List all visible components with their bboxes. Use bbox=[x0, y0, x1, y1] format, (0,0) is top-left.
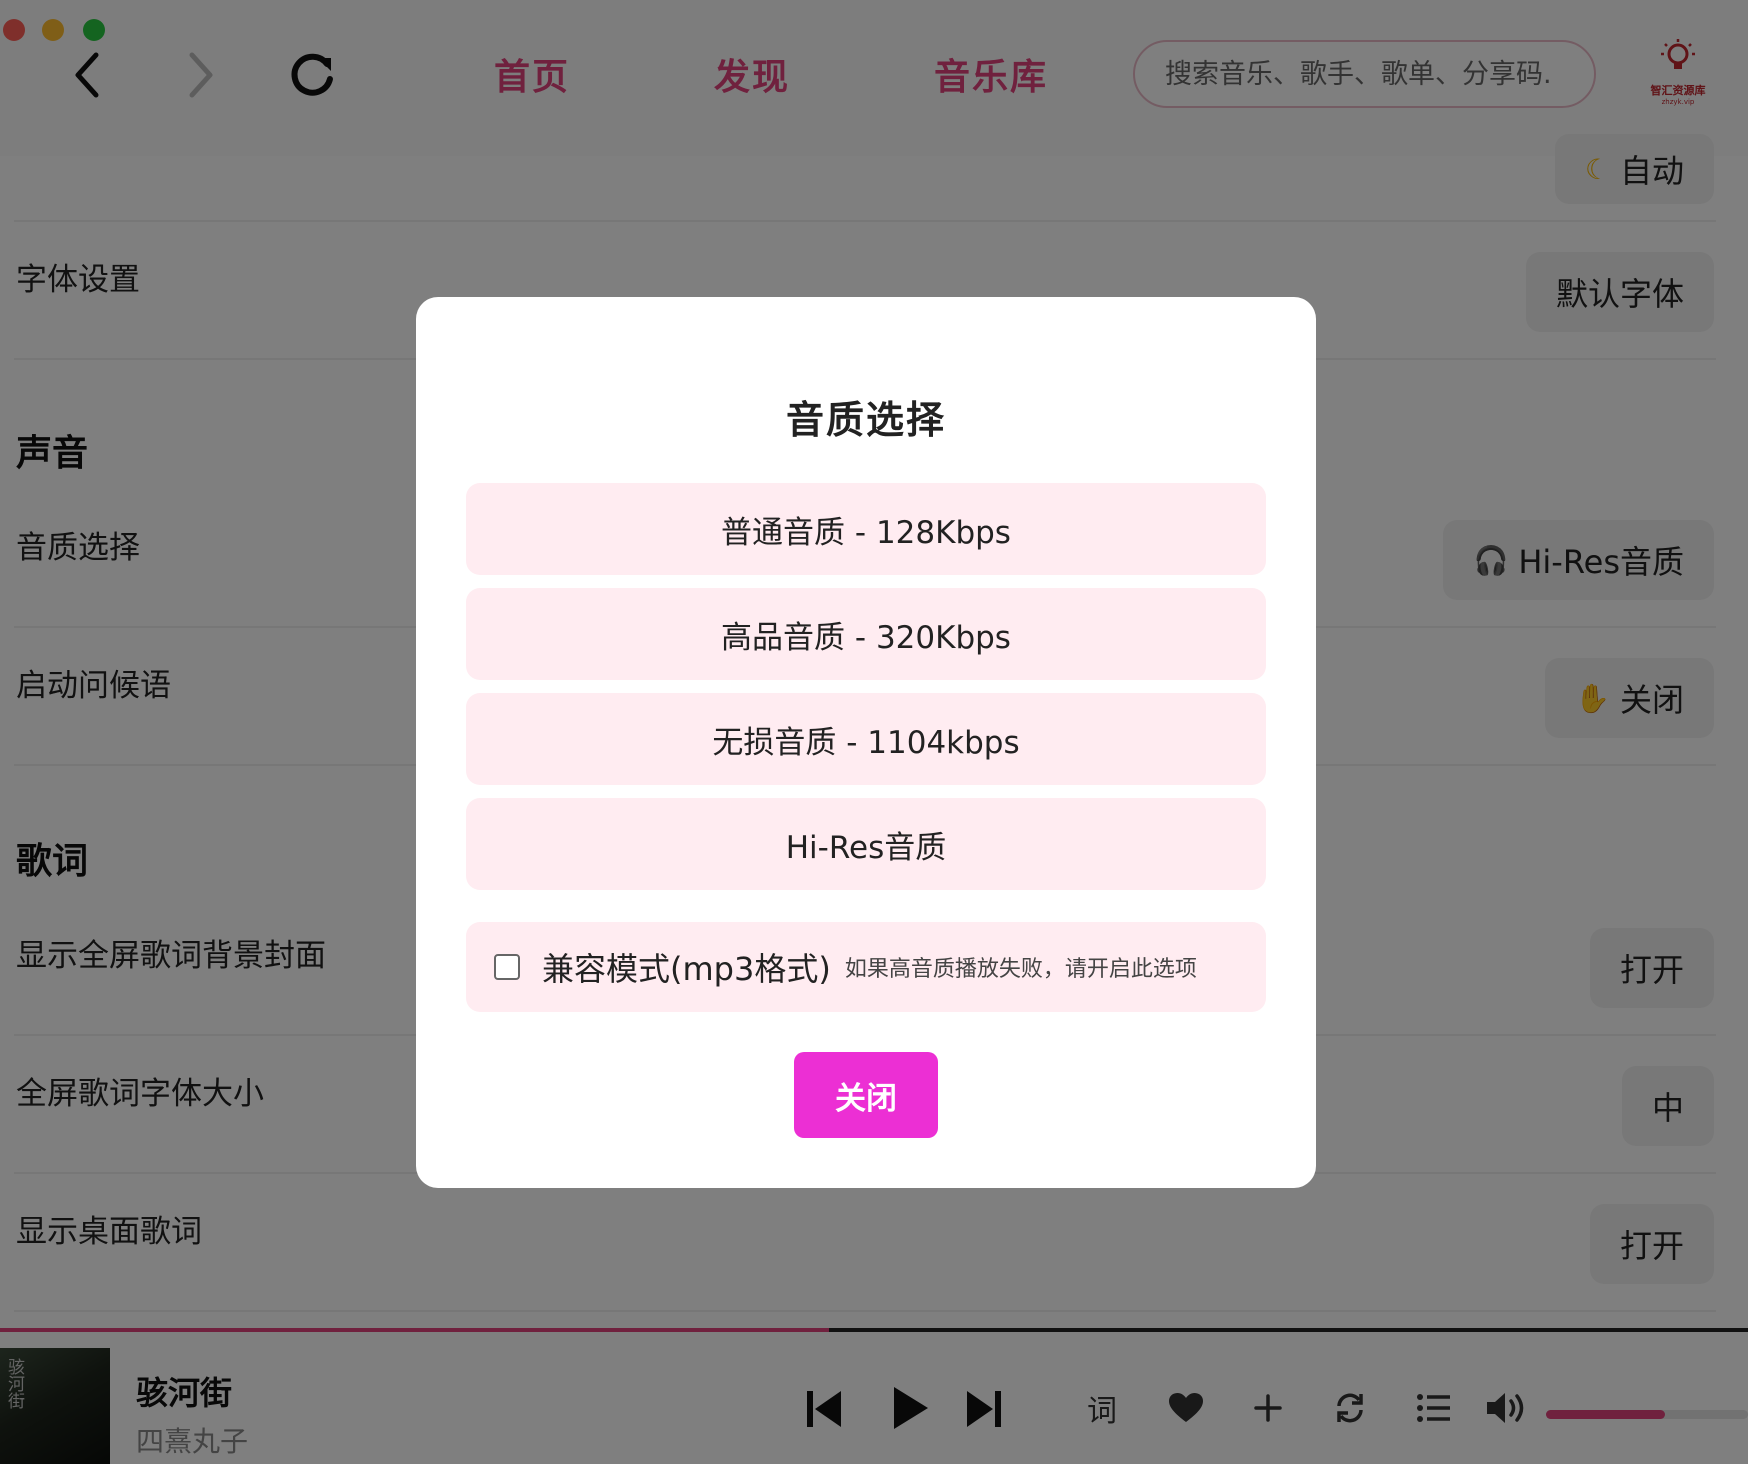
quality-select-dialog: 音质选择 普通音质 - 128Kbps 高品音质 - 320Kbps 无损音质 … bbox=[416, 297, 1316, 1188]
compat-mode-row[interactable]: 兼容模式(mp3格式) 如果高音质播放失败，请开启此选项 bbox=[466, 922, 1266, 1012]
compat-mode-checkbox[interactable] bbox=[494, 954, 520, 980]
compat-mode-label: 兼容模式(mp3格式) bbox=[542, 950, 831, 988]
quality-option-lossless[interactable]: 无损音质 - 1104kbps bbox=[466, 693, 1266, 785]
compat-mode-hint: 如果高音质播放失败，请开启此选项 bbox=[844, 957, 1197, 982]
close-button[interactable]: 关闭 bbox=[794, 1052, 938, 1138]
quality-option-standard[interactable]: 普通音质 - 128Kbps bbox=[466, 483, 1266, 575]
quality-option-hires[interactable]: Hi-Res音质 bbox=[466, 798, 1266, 890]
dialog-title: 音质选择 bbox=[785, 398, 946, 442]
quality-option-high[interactable]: 高品音质 - 320Kbps bbox=[466, 588, 1266, 680]
